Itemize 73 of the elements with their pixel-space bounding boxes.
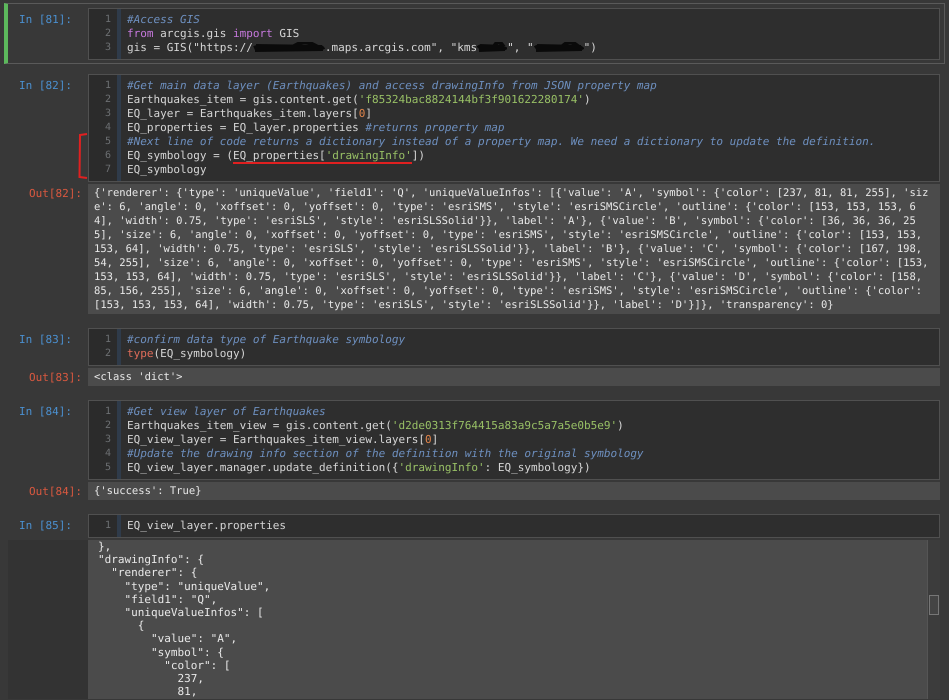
code-line: EQ_symbology = (EQ_properties['drawingInfo'])	[127, 149, 426, 163]
code-input[interactable]: 1 2 3 #Access GIS from arcgis.gis import GIS gis = GIS("https:// .maps.arcgis.com", "kms ", " ")	[88, 8, 940, 60]
output-line: },	[98, 540, 112, 554]
output-prompt: Out[84]:	[28, 484, 83, 499]
code-token: 'drawingInfo'	[326, 149, 412, 164]
input-prompt: In [83]:	[18, 332, 73, 347]
output-text: <class 'dict'>	[94, 371, 183, 383]
output-text: {'success': True}	[94, 485, 202, 497]
line-number: 4	[104, 447, 112, 461]
line-number: 4	[104, 121, 112, 135]
code-input[interactable]	[88, 74, 940, 182]
code-line: EQ_symbology	[127, 163, 208, 177]
code-line: Earthquakes_item = gis.content.get('f85324bac8824144bf3f901622280174')	[127, 93, 592, 107]
code-line: #Next line of code returns a dictionary instead of a property map. We need a dictionary to update the definition.	[127, 135, 876, 149]
code-line: type(EQ_symbology)	[127, 347, 248, 361]
line-number: 2	[104, 347, 112, 361]
line-number: 5	[104, 461, 112, 475]
line-number: 1	[104, 79, 112, 93]
code-line: #Access GIS	[127, 13, 201, 27]
line-number: 1	[104, 519, 112, 533]
output-line: "symbol": {	[150, 646, 225, 659]
output-line: 237,	[176, 672, 205, 686]
redaction-scribble	[534, 42, 584, 54]
output-line: "value": "A",	[150, 632, 238, 646]
input-prompt: In [81]:	[18, 12, 73, 27]
line-number: 3	[104, 107, 112, 121]
code-input[interactable]	[88, 400, 940, 480]
line-number: 1	[104, 333, 112, 347]
scrollbar-thumb[interactable]	[929, 595, 939, 615]
output-text: {'renderer': {'type': 'uniqueValue', 'field1': 'Q', 'uniqueValueInfos': [{'value': 'A', 'symbol': {'color': [237, 81, 81, 255], 'size': 6, 'angle': 0, 'xoffset': 0, 'yoffset': 0, 'type': 'esriSMS', 'style': 'esriSMSCircle', 'outline': {'color': [153, 153, 153, 64], 'width': 0.75, 'type': 'esriSLS', 'style': 'esriSLSSolid'}}, 'label': 'A'}, {'value': 'B', 'symbol': {'color': [36, 36, 36, 255], 'size': 6, 'angle': 0, 'xoffset': 0, 'yoffset': 0, 'type': 'esriSMS', 'style': 'esriSMSCircle', 'outline': {'color': [153, 153, 153, 64], 'width': 0.75, 'type': 'esriSLS', 'style': 'esriSLSSolid'}}, 'label': 'B'}, {'value': 'C', 'symbol': {'color': [167, 198, 54, 255], 'size': 6, 'angle': 0, 'xoffset': 0, 'yoffset': 0, 'type': 'esriSMS', 'style': 'esriSMSCircle', 'outline': {'color': [153, 153, 153, 64], 'width': 0.75, 'type': 'esriSLS', 'style': 'esriSLSSolid'}}, 'label': 'C'}, {'value': 'D', 'symbol': {'color': [158, 85, 156, 255], 'size': 6, 'angle': 0, 'xoffset': 0, 'yoffset': 0, 'type': 'esriSMS', 'style': 'esriSMSCircle', 'outline': {'color': [153, 153, 153, 64], 'width': 0.75, 'type': 'esriSLS', 'style': 'esriSLSSolid'}}, 'label': 'D'}]}, 'transparency': 0}	[94, 187, 930, 311]
output-line: "color": [	[163, 658, 232, 672]
code-input[interactable]: 1 EQ_view_layer.properties	[88, 514, 940, 538]
code-line: #confirm data type of Earthquake symbology	[127, 333, 406, 347]
line-number: 3	[104, 433, 112, 447]
input-prompt: In [85]:	[18, 518, 73, 533]
line-number: 2	[104, 93, 112, 107]
code-line: EQ_view_layer.manager.update_definition({'drawingInfo': EQ_symbology})	[127, 461, 592, 475]
line-number: 2	[104, 27, 112, 41]
scrollbar[interactable]	[927, 540, 940, 699]
output-line: "type": "uniqueValue",	[123, 580, 272, 593]
input-prompt: In [84]:	[18, 404, 73, 419]
output-line: "drawingInfo": {	[98, 553, 205, 566]
code-line: from arcgis.gis import GIS	[127, 27, 300, 41]
output-line: 81,	[176, 685, 198, 698]
code-line: EQ_view_layer = Earthquakes_item_view.layers[0]	[127, 433, 440, 447]
line-number: 1	[104, 405, 112, 419]
line-number: 5	[104, 135, 112, 149]
input-prompt: In [82]:	[18, 78, 73, 93]
output-prompt: Out[82]:	[28, 186, 83, 201]
code-line: #Get view layer of Earthquakes	[127, 405, 327, 419]
notebook-cell[interactable]: In [85]: 1 EQ_view_layer.properties }, "drawingInfo": { "renderer": { "type": "uniqueValue", "field1": "Q", "uniqueValueInfos": [ { "value": "A", "symbol": { "color": [ 237, 81,	[4, 509, 945, 700]
code-line: gis = GIS("https:// .maps.arcgis.com", "kms ", " ")	[127, 41, 598, 55]
line-number: 6	[104, 149, 112, 163]
code-line: EQ_layer = Earthquakes_item.layers[0]	[127, 107, 374, 121]
output-prompt: Out[83]:	[28, 370, 83, 385]
output-line: "field1": "Q",	[123, 592, 218, 606]
code-line: #Update the drawing info section of the definition with the original symbology	[127, 447, 645, 461]
notebook-cell[interactable]: In [83]: 1 2 #confirm data type of Earthquake symbology type(EQ_symbology) Out[83]: <class 'dict'>	[4, 323, 945, 390]
line-number: 1	[104, 13, 112, 27]
code-line: EQ_view_layer.properties	[127, 519, 287, 533]
line-number: 2	[104, 419, 112, 433]
redaction-scribble	[477, 42, 508, 54]
code-line: EQ_properties = EQ_layer.properties #returns property map	[127, 121, 506, 135]
output-line: {	[136, 619, 146, 632]
code-line: #Get main data layer (Earthquakes) and access drawingInfo from JSON property map	[127, 79, 658, 93]
output-line: "uniqueValueInfos": [	[123, 606, 265, 620]
code-line: Earthquakes_item_view = gis.content.get('d2de0313f764415a83a9c5a7a5e0b5e9')	[127, 419, 625, 433]
line-number: 7	[104, 163, 112, 177]
output-line: "renderer": {	[110, 566, 198, 580]
line-number: 3	[104, 41, 112, 55]
code-token: EQ_properties[	[232, 149, 326, 164]
notebook-cell[interactable]: In [81]: 1 2 3 #Access GIS from arcgis.gis import GIS gis = GIS("https:// .maps.arcgis.com", "kms ", " ")	[4, 3, 945, 64]
code-input[interactable]: 1 2 #confirm data type of Earthquake symbology type(EQ_symbology)	[88, 328, 940, 366]
